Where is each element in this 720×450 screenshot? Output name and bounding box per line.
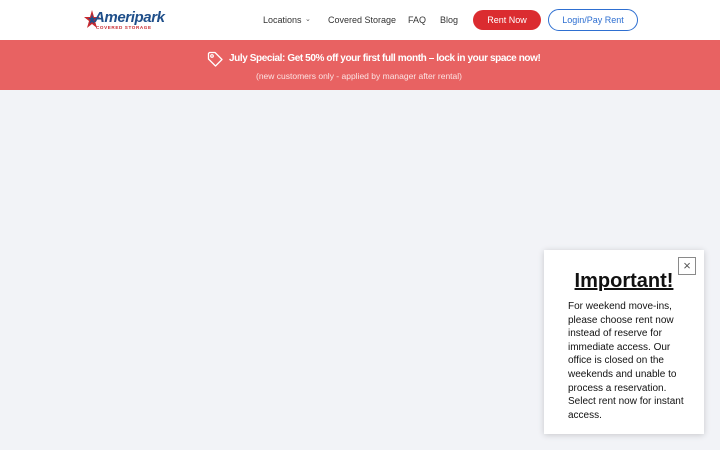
tag-icon — [207, 51, 223, 67]
nav-blog[interactable]: Blog — [440, 14, 458, 26]
popup-message: For weekend move-ins, please choose rent… — [568, 301, 684, 421]
login-pay-rent-button[interactable]: Login/Pay Rent — [548, 9, 638, 31]
popup-title: Important! — [574, 270, 674, 292]
logo-wordmark: Ameripark — [94, 9, 165, 26]
promo-headline: July Special: Get 50% off your first ful… — [229, 53, 541, 64]
logo-tagline: COVERED STORAGE — [96, 25, 152, 30]
nav-faq[interactable]: FAQ — [408, 14, 426, 26]
ameripark-logo[interactable]: Ameripark COVERED STORAGE — [84, 9, 165, 33]
chevron-down-icon[interactable]: ⌄ — [305, 15, 311, 23]
rent-now-button[interactable]: Rent Now — [473, 10, 541, 30]
nav-covered-storage[interactable]: Covered Storage — [328, 14, 396, 26]
promo-note: (new customers only - applied by manager… — [256, 71, 462, 81]
nav-locations[interactable]: Locations — [263, 14, 302, 26]
promo-banner — [0, 40, 720, 90]
